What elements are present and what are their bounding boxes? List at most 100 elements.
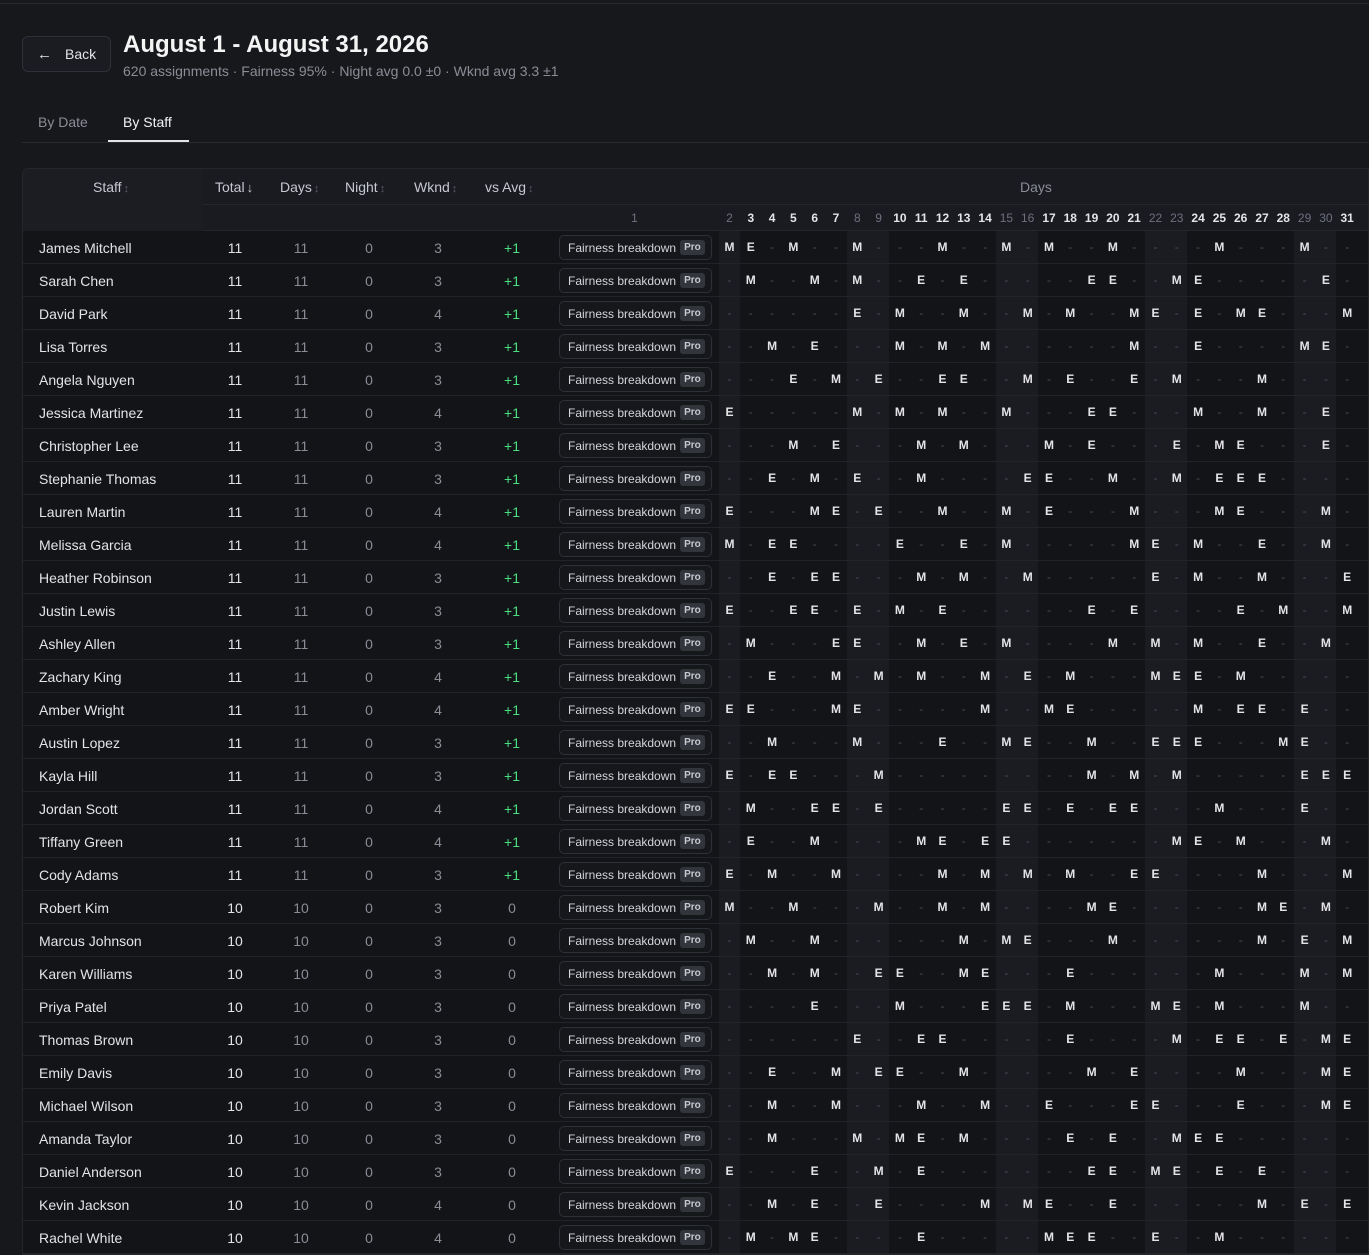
shift-cell[interactable]: M [911, 669, 932, 683]
shift-cell[interactable]: - [953, 405, 974, 419]
shift-cell[interactable]: M [804, 471, 825, 485]
shift-cell[interactable]: - [996, 768, 1017, 782]
fairness-breakdown-button[interactable]: Fairness breakdown Pro [559, 1159, 712, 1184]
tab-by-date[interactable]: By Date [38, 114, 88, 130]
shift-cell[interactable]: - [1209, 1197, 1230, 1211]
shift-cell[interactable]: M [804, 933, 825, 947]
shift-cell[interactable]: - [1102, 570, 1123, 584]
shift-cell[interactable]: - [719, 933, 740, 947]
shift-cell[interactable]: - [762, 273, 783, 287]
shift-cell[interactable]: E [1209, 1164, 1230, 1178]
shift-cell[interactable]: E [975, 999, 996, 1013]
shift-cell[interactable]: - [1081, 966, 1102, 980]
shift-cell[interactable]: - [762, 1164, 783, 1178]
fairness-breakdown-button[interactable]: Fairness breakdown Pro [559, 631, 712, 656]
shift-cell[interactable]: - [1039, 900, 1060, 914]
shift-cell[interactable]: - [975, 1065, 996, 1079]
shift-cell[interactable]: - [847, 999, 868, 1013]
shift-cell[interactable]: - [911, 966, 932, 980]
shift-cell[interactable]: - [740, 603, 761, 617]
shift-cell[interactable]: - [1124, 1197, 1145, 1211]
shift-cell[interactable]: - [1081, 537, 1102, 551]
shift-cell[interactable]: E [868, 966, 889, 980]
shift-cell[interactable]: - [1294, 1065, 1315, 1079]
shift-cell[interactable]: - [1102, 1032, 1123, 1046]
shift-cell[interactable]: E [1102, 405, 1123, 419]
shift-cell[interactable]: - [1315, 999, 1336, 1013]
shift-cell[interactable]: - [868, 735, 889, 749]
shift-cell[interactable]: - [1273, 867, 1294, 881]
shift-cell[interactable]: - [1188, 603, 1209, 617]
shift-cell[interactable]: E [868, 504, 889, 518]
shift-cell[interactable]: - [1060, 471, 1081, 485]
shift-cell[interactable]: - [1230, 405, 1251, 419]
shift-cell[interactable]: - [911, 735, 932, 749]
shift-cell[interactable]: - [889, 735, 910, 749]
shift-cell[interactable]: E [1060, 801, 1081, 815]
shift-cell[interactable]: - [889, 471, 910, 485]
shift-cell[interactable]: - [1188, 438, 1209, 452]
shift-cell[interactable]: M [1230, 669, 1251, 683]
shift-cell[interactable]: - [932, 702, 953, 716]
shift-cell[interactable]: E [1039, 471, 1060, 485]
shift-cell[interactable]: - [932, 537, 953, 551]
shift-cell[interactable]: E [1230, 438, 1251, 452]
shift-cell[interactable]: - [783, 801, 804, 815]
shift-cell[interactable]: - [783, 1197, 804, 1211]
shift-cell[interactable]: M [847, 240, 868, 254]
shift-cell[interactable]: - [911, 372, 932, 386]
shift-cell[interactable]: M [953, 933, 974, 947]
shift-cell[interactable]: - [1166, 306, 1187, 320]
fairness-breakdown-button[interactable]: Fairness breakdown Pro [559, 763, 712, 788]
shift-cell[interactable]: - [1337, 669, 1358, 683]
shift-cell[interactable]: - [996, 1164, 1017, 1178]
shift-cell[interactable]: - [953, 900, 974, 914]
shift-cell[interactable]: - [889, 933, 910, 947]
shift-cell[interactable]: - [762, 636, 783, 650]
shift-cell[interactable]: M [1102, 933, 1123, 947]
shift-cell[interactable]: - [868, 834, 889, 848]
shift-cell[interactable]: - [1081, 867, 1102, 881]
shift-cell[interactable]: M [1060, 306, 1081, 320]
shift-cell[interactable]: E [804, 570, 825, 584]
shift-cell[interactable]: - [847, 372, 868, 386]
shift-cell[interactable]: - [1017, 1230, 1038, 1244]
shift-cell[interactable]: - [932, 1230, 953, 1244]
shift-cell[interactable]: M [1252, 405, 1273, 419]
shift-cell[interactable]: - [868, 339, 889, 353]
shift-cell[interactable]: - [975, 471, 996, 485]
shift-cell[interactable]: - [1166, 900, 1187, 914]
fairness-breakdown-button[interactable]: Fairness breakdown Pro [559, 466, 712, 491]
shift-cell[interactable]: M [911, 570, 932, 584]
shift-cell[interactable]: - [1230, 1197, 1251, 1211]
fairness-breakdown-button[interactable]: Fairness breakdown Pro [559, 268, 712, 293]
shift-cell[interactable]: M [1166, 1032, 1187, 1046]
shift-cell[interactable]: - [1166, 537, 1187, 551]
shift-cell[interactable]: - [889, 834, 910, 848]
shift-cell[interactable]: - [1337, 504, 1358, 518]
shift-cell[interactable]: - [911, 1197, 932, 1211]
shift-cell[interactable]: - [1166, 504, 1187, 518]
shift-cell[interactable]: - [868, 471, 889, 485]
shift-cell[interactable]: - [804, 405, 825, 419]
shift-cell[interactable]: - [1252, 339, 1273, 353]
shift-cell[interactable]: M [1060, 669, 1081, 683]
shift-cell[interactable]: - [719, 339, 740, 353]
shift-cell[interactable]: E [1102, 801, 1123, 815]
shift-cell[interactable]: - [1273, 669, 1294, 683]
shift-cell[interactable]: M [1315, 1065, 1336, 1079]
shift-cell[interactable]: E [740, 240, 761, 254]
shift-cell[interactable]: E [889, 537, 910, 551]
shift-cell[interactable]: - [932, 273, 953, 287]
shift-cell[interactable]: E [1102, 1197, 1123, 1211]
shift-cell[interactable]: E [911, 1131, 932, 1145]
shift-cell[interactable]: - [953, 504, 974, 518]
shift-cell[interactable]: - [953, 1032, 974, 1046]
shift-cell[interactable]: - [932, 1164, 953, 1178]
shift-cell[interactable]: - [783, 933, 804, 947]
shift-cell[interactable]: - [740, 966, 761, 980]
shift-cell[interactable]: E [1145, 306, 1166, 320]
shift-cell[interactable]: - [1102, 306, 1123, 320]
shift-cell[interactable]: E [1166, 735, 1187, 749]
shift-cell[interactable]: - [1230, 867, 1251, 881]
